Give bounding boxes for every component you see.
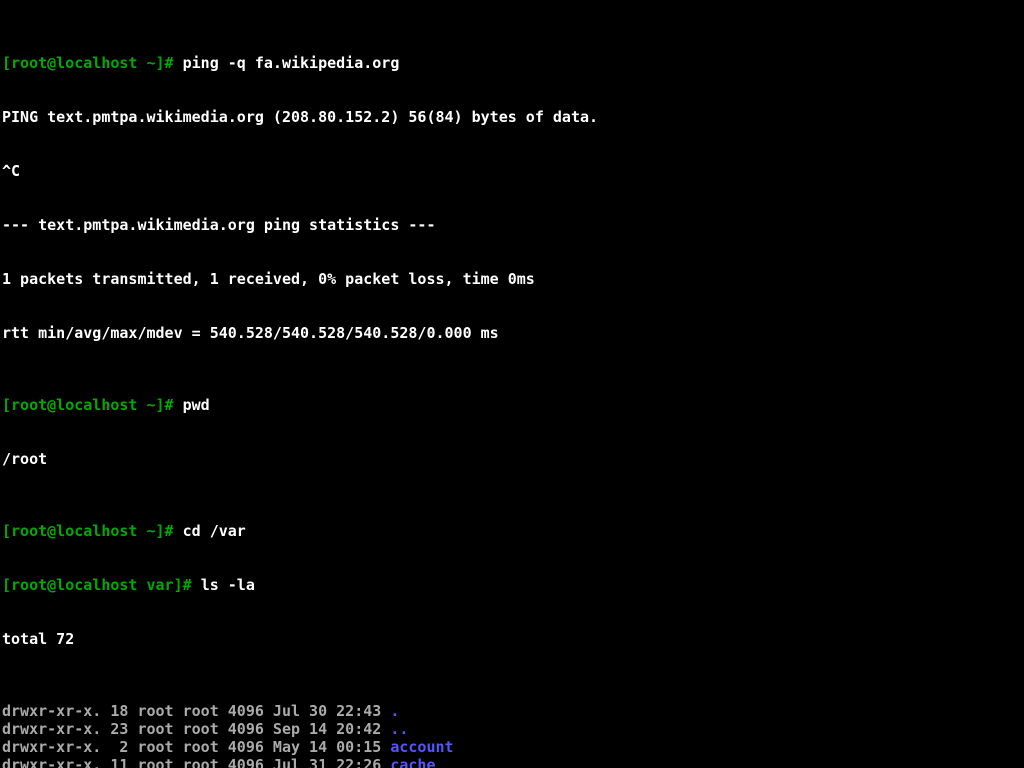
ls-filename: account [390,738,453,756]
ls-filename: cache [390,756,435,768]
ls-total: total 72 [2,630,1022,648]
ping-stats-2: rtt min/avg/max/mdev = 540.528/540.528/5… [2,324,1022,342]
ping-interrupt: ^C [2,162,1022,180]
pwd-output: /root [2,450,1022,468]
ls-filename: .. [390,720,408,738]
ls-row: drwxr-xr-x. 23 root root 4096 Sep 14 20:… [2,720,1022,738]
cmd-line-cd: [root@localhost ~]# cd /var [2,522,1022,540]
ping-header: PING text.pmtpa.wikimedia.org (208.80.15… [2,108,1022,126]
ping-stats-1: 1 packets transmitted, 1 received, 0% pa… [2,270,1022,288]
cmd-line-pwd: [root@localhost ~]# pwd [2,396,1022,414]
ls-filename: . [390,702,399,720]
ls-row: drwxr-xr-x. 11 root root 4096 Jul 31 22:… [2,756,1022,768]
terminal[interactable]: [root@localhost ~]# ping -q fa.wikipedia… [0,0,1024,768]
cmd-line-ls: [root@localhost var]# ls -la [2,576,1022,594]
cmd-line-ping: [root@localhost ~]# ping -q fa.wikipedia… [2,54,1022,72]
ls-listing: drwxr-xr-x. 18 root root 4096 Jul 30 22:… [2,702,1022,768]
ls-row: drwxr-xr-x. 2 root root 4096 May 14 00:1… [2,738,1022,756]
ls-row: drwxr-xr-x. 18 root root 4096 Jul 30 22:… [2,702,1022,720]
ping-stats-hdr: --- text.pmtpa.wikimedia.org ping statis… [2,216,1022,234]
